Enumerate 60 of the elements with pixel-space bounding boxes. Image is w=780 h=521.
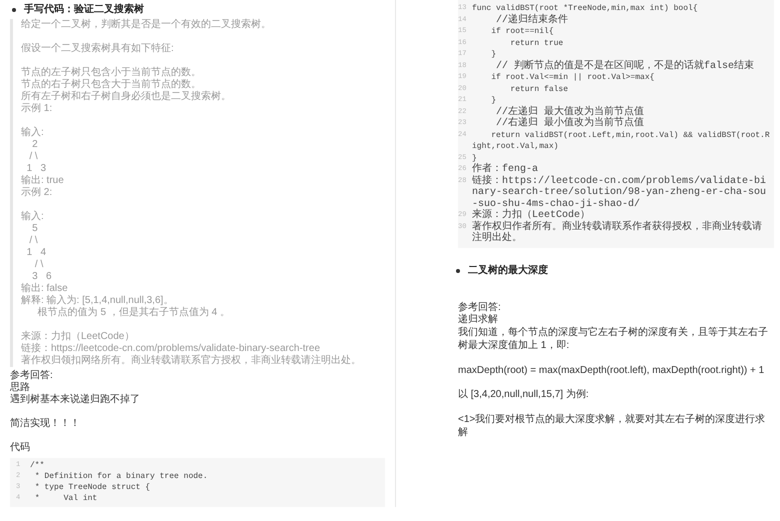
bullet-icon	[456, 268, 460, 272]
text-line: / \	[28, 151, 39, 163]
section-heading: 手写代码：验证二叉搜索树	[24, 4, 144, 16]
code-line: if root==nil{	[490, 26, 554, 38]
code-line: if root.Val<=min || root.Val>=max{	[490, 72, 654, 84]
text-line: 输入:	[21, 211, 45, 223]
text-line: 所有左子树和右子树自身必须也是二叉搜索树。	[21, 91, 232, 103]
text-line: 节点的左子树只包含小于当前节点的数。	[21, 67, 202, 78]
text-line: / \	[34, 259, 44, 271]
text-line: maxDepth(root) = max(maxDepth(root.left), maxDepth(root.right)) + 1	[458, 364, 766, 378]
code-line: return true	[509, 38, 564, 49]
text-line: 给定一个二叉树，判断其是否是一个有效的二叉搜索树。	[21, 19, 272, 31]
text-line: <1>我们要对根节点的最大深度求解，就要对其左右子树的深度进行求解	[458, 414, 766, 440]
text-line: 节点的右子树只包含大于当前节点的数。	[21, 79, 202, 90]
code-line: 作者：feng-a	[472, 164, 538, 175]
text-line: 3 6	[31, 271, 53, 282]
code-line: 链接：https://leetcode-cn.com/problems/validate-binary-search-tree/solution/98-yan-zheng-er-cha-sou-suo-shu-4ms-chao-ji-shao-d/	[472, 176, 768, 210]
code-line: }	[490, 49, 496, 60]
code-line: * Val int	[34, 493, 98, 504]
text-line: 假设一个二叉搜索树具有如下特征:	[21, 43, 175, 55]
text-line: 参考回答:	[10, 370, 54, 382]
code-line: return false	[509, 84, 568, 95]
code-line: * type TreeNode struct {	[34, 482, 150, 493]
text-line: 思路	[10, 382, 30, 394]
text-line: 输入:	[21, 127, 45, 139]
code-line: //右递归 最小值改为当前节点值	[495, 118, 644, 130]
bullet-icon	[12, 8, 16, 12]
text-line: 1 4	[26, 247, 48, 259]
code-line: func validBST(root *TreeNode,min,max int) bool{	[472, 3, 698, 14]
text-line: 输出: true	[21, 175, 65, 187]
text-line: 解释: 输入为: [5,1,4,null,null,3,6]。	[21, 295, 174, 306]
code-line: // 判断节点的值是不是在区间呢，不是的话就false结束	[495, 60, 754, 72]
code-line: }	[490, 95, 496, 106]
section-heading: 二叉树的最大深度	[468, 264, 548, 276]
code-line: //左递归 最大值改为当前节点值	[495, 106, 644, 118]
text-line: 遇到树基本来说递归跑不掉了	[10, 394, 141, 406]
code-line: /**	[30, 460, 44, 471]
code-line: //递归结束条件	[495, 14, 568, 26]
text-line: / \	[28, 235, 39, 247]
text-line: 链接：https://leetcode-cn.com/problems/validate-binary-search-tree	[21, 343, 322, 354]
text-line: 以 [3,4,20,null,null,15,7] 为例:	[458, 389, 590, 402]
code-line: }	[472, 152, 477, 163]
code-line: 来源：力扣（LeetCode）	[472, 210, 590, 221]
code-line: 著作权归作者所有。商业转载请联系作者获得授权，非商业转载请注明出处。	[472, 222, 763, 244]
text-line: 2	[31, 139, 39, 151]
text-line: 1 3	[26, 163, 48, 174]
text-line: 5	[31, 223, 39, 235]
text-line: 来源：力扣（LeetCode）	[21, 331, 136, 342]
text-line: 根节点的值为 5 ，但是其右子节点值为 4 。	[36, 307, 231, 319]
code-line: return validBST(root.Left,min,root.Val) && validBST(root.Right,root.Val,max)	[472, 130, 770, 152]
text-line: 示例 2:	[21, 187, 54, 199]
text-line: 递归求解	[458, 314, 499, 326]
text-line: 我们知道，每个节点的深度与它左右子树的深度有关，且等于其左右子树最大深度值加上 1，即:	[458, 327, 769, 353]
text-line: 著作权归领扣网络所有。商业转载请联系官方授权，非商业转载请注明出处。	[21, 355, 362, 367]
text-line: 输出: false	[21, 283, 69, 294]
text-line: 示例 1:	[21, 103, 54, 115]
text-line: 参考回答:	[458, 302, 502, 314]
text-line: 代码	[10, 442, 31, 454]
code-line: * Definition for a binary tree node.	[34, 471, 208, 482]
text-line: 简洁实现！！！	[10, 418, 81, 430]
